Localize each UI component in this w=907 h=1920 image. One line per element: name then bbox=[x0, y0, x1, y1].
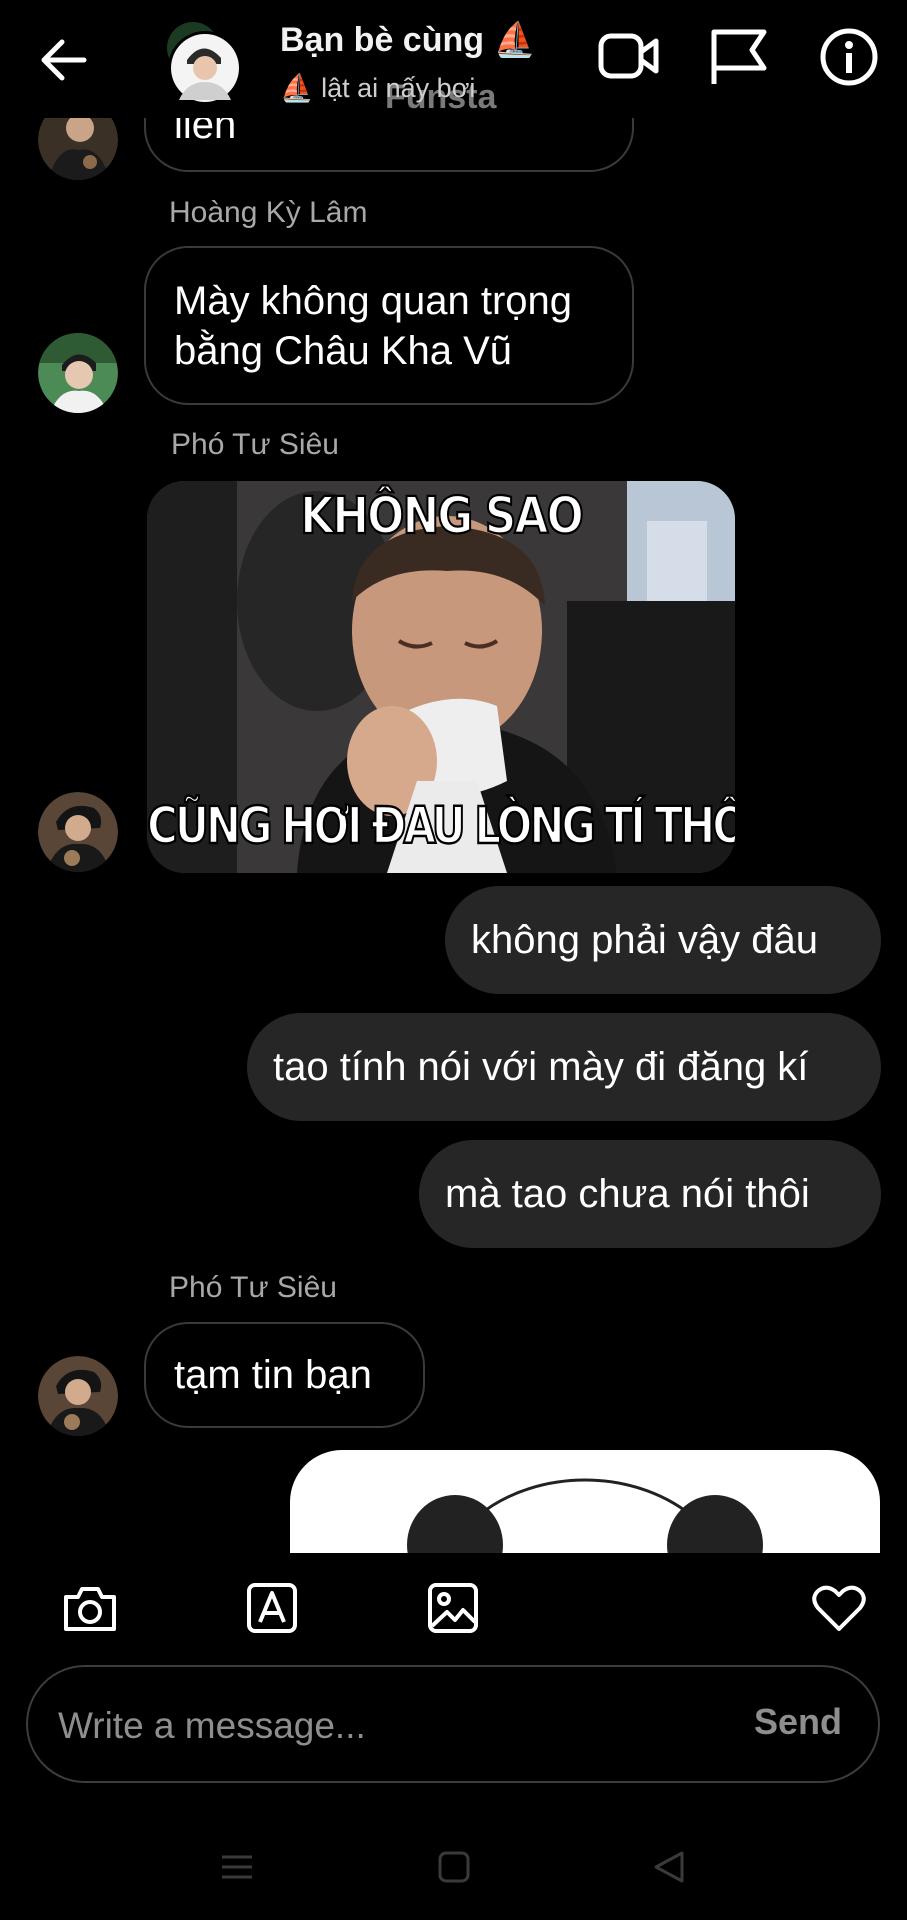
back-triangle-icon[interactable] bbox=[652, 1850, 686, 1884]
avatar[interactable] bbox=[38, 1356, 118, 1436]
back-arrow-icon[interactable] bbox=[36, 34, 92, 86]
video-call-icon[interactable] bbox=[598, 28, 660, 84]
menu-icon[interactable] bbox=[220, 1850, 254, 1884]
flag-icon[interactable] bbox=[708, 26, 770, 86]
send-button[interactable]: Send bbox=[754, 1701, 842, 1743]
message-text: mà tao chưa nói thôi bbox=[445, 1172, 810, 1216]
group-avatar[interactable] bbox=[155, 20, 245, 106]
outgoing-message-bubble[interactable]: tao tính nói với mày đi đăng kí bbox=[247, 1013, 881, 1121]
info-icon[interactable] bbox=[820, 28, 878, 86]
home-icon[interactable] bbox=[437, 1850, 471, 1884]
sender-name: Hoàng Kỳ Lâm bbox=[169, 196, 368, 229]
meme-image[interactable]: KHÔNG SAO CŨNG HƠI ĐAU LÒNG TÍ THÔI bbox=[147, 481, 735, 873]
message-text-line: bằng Châu Kha Vũ bbox=[174, 329, 513, 373]
sender-name: Phó Tư Siêu bbox=[171, 428, 339, 461]
sender-name: Phó Tư Siêu bbox=[169, 1271, 337, 1304]
message-bubble[interactable]: tạm tin bạn bbox=[144, 1322, 425, 1428]
outgoing-message-bubble[interactable]: mà tao chưa nói thôi bbox=[419, 1140, 881, 1248]
message-text: tạm tin bạn bbox=[174, 1353, 372, 1397]
message-bubble[interactable]: Mày không quan trọng bằng Châu Kha Vũ bbox=[144, 246, 634, 405]
message-text: tao tính nói với mày đi đăng kí bbox=[273, 1045, 809, 1089]
message-text-line: Mày không quan trọng bbox=[174, 279, 573, 323]
meme-caption-top: KHÔNG SAO bbox=[299, 486, 585, 547]
system-navigation-bar bbox=[0, 1810, 907, 1920]
message-text: không phải vậy đâu bbox=[471, 918, 818, 962]
text-sticker-icon[interactable] bbox=[242, 1578, 302, 1638]
message-input[interactable] bbox=[56, 1695, 720, 1757]
avatar[interactable] bbox=[38, 792, 118, 872]
outgoing-message-bubble[interactable]: không phải vậy đâu bbox=[445, 886, 881, 994]
chat-subtitle: ⛵ lật ai nấy bơi bbox=[280, 73, 476, 103]
chat-title[interactable]: Bạn bè cùng ⛵ bbox=[280, 20, 536, 60]
chat-thread[interactable]: liền Hoàng Kỳ Lâm Mày không quan trọng b… bbox=[0, 0, 907, 1553]
chat-header: Funsta Bạn bè cùng ⛵ ⛵ lật ai nấy bơi bbox=[0, 0, 907, 118]
gallery-icon[interactable] bbox=[423, 1578, 483, 1638]
meme-caption-bottom: CŨNG HƠI ĐAU LÒNG TÍ THÔI bbox=[147, 795, 735, 856]
sticker-image[interactable] bbox=[290, 1450, 880, 1553]
heart-icon[interactable] bbox=[809, 1578, 869, 1638]
camera-icon[interactable] bbox=[60, 1578, 120, 1638]
message-composer: Send bbox=[26, 1665, 880, 1783]
avatar[interactable] bbox=[38, 333, 118, 413]
panda-sticker bbox=[407, 1478, 763, 1553]
